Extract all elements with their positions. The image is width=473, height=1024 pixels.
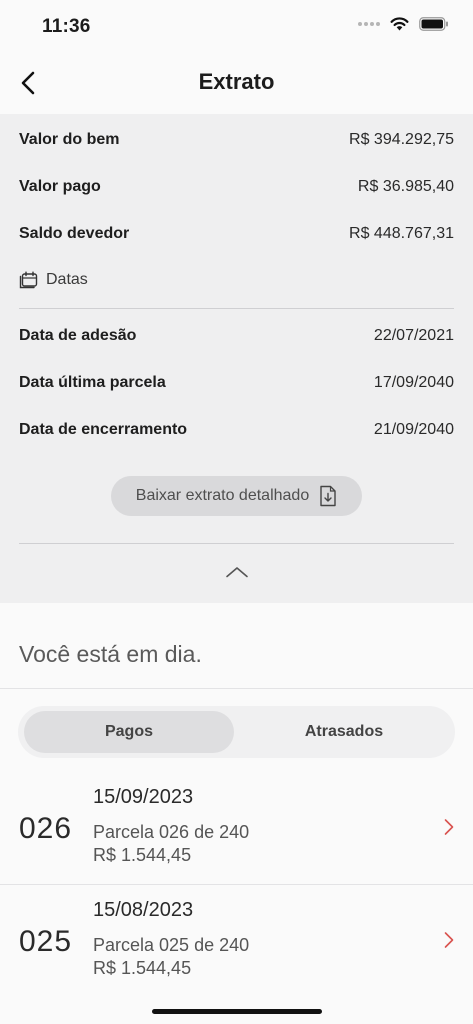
collapse-summary-button[interactable] [222, 562, 252, 582]
page-title: Extrato [198, 69, 275, 94]
installment-date: 15/09/2023 [93, 786, 194, 808]
installments-tabs: Pagos Atrasados [18, 706, 455, 758]
date-value: 17/09/2040 [373, 374, 454, 391]
summary-row-asset-value: Valor do bem R$ 394.292,75 [19, 128, 454, 152]
tab-overdue[interactable]: Atrasados [239, 711, 449, 753]
date-label: Data de encerramento [19, 421, 188, 438]
divider [19, 308, 454, 309]
chevron-right-icon [444, 932, 454, 948]
installment-amount: R$ 1.544,45 [93, 958, 192, 978]
summary-label: Saldo devedor [19, 225, 130, 242]
summary-panel: Valor do bem R$ 394.292,75 Valor pago R$… [0, 114, 473, 603]
download-statement-label: Baixar extrato detalhado [135, 487, 310, 504]
cellular-signal-icon [358, 22, 380, 26]
list-item[interactable]: 025 15/08/2023 Parcela 025 de 240 R$ 1.5… [0, 885, 473, 997]
dates-heading: Datas [19, 270, 88, 289]
date-label: Data última parcela [19, 374, 166, 391]
list-item[interactable]: 026 15/09/2023 Parcela 026 de 240 R$ 1.5… [0, 772, 473, 884]
installment-description: Parcela 025 de 240 [93, 935, 250, 955]
date-label: Data de adesão [19, 327, 137, 344]
summary-row-balance: Saldo devedor R$ 448.767,31 [19, 222, 454, 246]
installment-description: Parcela 026 de 240 [93, 822, 250, 842]
chevron-up-icon [226, 567, 248, 578]
summary-label: Valor do bem [19, 131, 120, 148]
summary-value: R$ 448.767,31 [349, 225, 454, 242]
section-divider [0, 688, 473, 689]
nav-bar: Extrato [0, 52, 473, 114]
status-bar: 11:36 [0, 0, 473, 52]
installment-number: 025 [19, 925, 73, 958]
calendar-icon [19, 271, 38, 289]
summary-value: R$ 36.985,40 [357, 178, 454, 195]
date-row-last-installment: Data última parcela 17/09/2040 [19, 371, 454, 395]
summary-value: R$ 394.292,75 [349, 131, 454, 148]
file-download-icon [320, 485, 336, 507]
summary-label: Valor pago [19, 178, 101, 195]
status-time: 11:36 [42, 16, 91, 37]
date-row-adhesion: Data de adesão 22/07/2021 [19, 324, 454, 348]
payment-status-message: Você está em dia. [19, 641, 202, 667]
battery-icon [419, 17, 448, 31]
dates-heading-label: Datas [46, 270, 88, 288]
chevron-right-icon [444, 819, 454, 835]
divider [19, 543, 454, 544]
status-icons [358, 17, 449, 31]
installment-amount: R$ 1.544,45 [93, 845, 192, 865]
installment-date: 15/08/2023 [93, 899, 194, 921]
wifi-icon [390, 17, 409, 31]
download-statement-button[interactable]: Baixar extrato detalhado [111, 476, 362, 516]
date-value: 22/07/2021 [373, 327, 454, 344]
date-row-closing: Data de encerramento 21/09/2040 [19, 418, 454, 442]
home-indicator[interactable] [152, 1009, 322, 1014]
date-value: 21/09/2040 [373, 421, 454, 438]
tab-paid[interactable]: Pagos [24, 711, 234, 753]
installment-number: 026 [19, 812, 73, 845]
summary-row-paid-value: Valor pago R$ 36.985,40 [19, 175, 454, 199]
